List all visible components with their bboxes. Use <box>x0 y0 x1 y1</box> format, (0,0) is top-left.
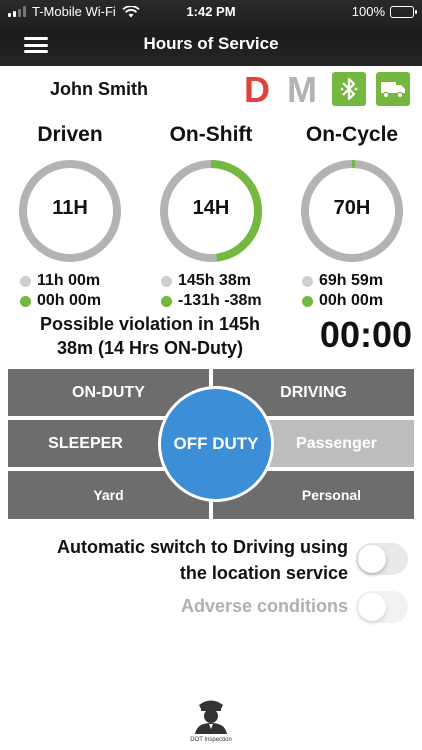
yard-label: Yard <box>93 487 124 503</box>
page-title: Hours of Service <box>143 34 279 53</box>
toggle-knob <box>358 593 386 621</box>
gauge-center-value: 70H <box>333 197 371 219</box>
off-duty-label: OFF DUTY <box>173 434 259 453</box>
gauge-used: -131h -38m <box>161 291 271 311</box>
status-bar: T-Mobile Wi-Fi 1:42 PM 100% <box>0 4 422 22</box>
bluetooth-button[interactable] <box>332 72 366 106</box>
gauge-ring: 11H <box>16 157 124 265</box>
adverse-conditions-row: Adverse conditions <box>0 591 422 627</box>
gauge-on-shift: On-Shift 14H 145h 38m -131h -38m <box>151 123 271 311</box>
adverse-conditions-label: Adverse conditions <box>180 596 348 616</box>
passenger-label: Passenger <box>296 434 377 452</box>
driver-name: John Smith <box>50 79 148 99</box>
gauge-remaining-value: 69h 59m <box>319 272 384 289</box>
truck-icon <box>381 82 405 99</box>
personal-label: Personal <box>301 487 362 503</box>
gauge-on-cycle: On-Cycle 70H 69h 59m 00h 00m <box>292 123 412 311</box>
duty-status-grid: ON-DUTY DRIVING SLEEPER Passenger Yard P… <box>8 369 414 519</box>
sleeper-label: SLEEPER <box>48 434 123 452</box>
on-duty-label: ON-DUTY <box>72 383 145 401</box>
gauge-used-value: -131h -38m <box>178 292 262 309</box>
gauge-ring: 70H <box>298 157 406 265</box>
truck-button[interactable] <box>376 72 410 106</box>
gauge-used-value: 00h 00m <box>37 292 102 309</box>
gauge-label: Driven <box>37 123 103 146</box>
top-bar: T-Mobile Wi-Fi 1:42 PM 100% Hours of Ser… <box>0 0 422 66</box>
battery-icon <box>390 5 417 18</box>
auto-switch-label: Automatic switch to Driving using the lo… <box>56 537 348 583</box>
driving-label: DRIVING <box>280 383 347 401</box>
gauge-label: On-Cycle <box>305 123 399 146</box>
gauge-remaining-value: 145h 38m <box>178 272 251 289</box>
battery-group: 100% <box>351 4 417 19</box>
gauge-center-value: 11H <box>52 197 88 219</box>
auto-switch-toggle[interactable] <box>356 543 408 575</box>
gauge-driven: Driven 11H 11h 00m 00h 00m <box>10 123 130 311</box>
toggle-knob <box>358 545 386 573</box>
dot-inspection-caption: DOT Inspection <box>190 737 232 743</box>
dot-inspection-button[interactable]: DOT Inspection <box>187 696 235 744</box>
gauge-label: On-Shift <box>169 123 253 146</box>
auto-switch-row: Automatic switch to Driving using the lo… <box>0 534 422 590</box>
adverse-conditions-toggle[interactable] <box>356 591 408 623</box>
violation-timer: 00:00 <box>319 314 412 355</box>
gauge-remaining: 69h 59m <box>302 271 412 291</box>
gauge-remaining-value: 11h 00m <box>37 272 101 289</box>
gauge-used: 00h 00m <box>20 291 130 311</box>
officer-icon <box>195 700 227 734</box>
gauge-ring: 14H <box>157 157 265 265</box>
driver-badge-m[interactable]: M <box>287 70 317 110</box>
off-duty-button[interactable]: OFF DUTY <box>158 386 274 502</box>
driver-badge-d[interactable]: D <box>244 70 270 110</box>
gauge-used-value: 00h 00m <box>319 292 384 309</box>
gauge-center-value: 14H <box>192 197 230 219</box>
bluetooth-icon <box>340 77 358 101</box>
gauge-remaining: 145h 38m <box>161 271 271 291</box>
violation-message: Possible violation in 145h 38m (14 Hrs O… <box>39 314 261 358</box>
battery-percent: 100% <box>351 4 385 19</box>
gauge-used: 00h 00m <box>302 291 412 311</box>
gauge-remaining: 11h 00m <box>20 271 130 291</box>
